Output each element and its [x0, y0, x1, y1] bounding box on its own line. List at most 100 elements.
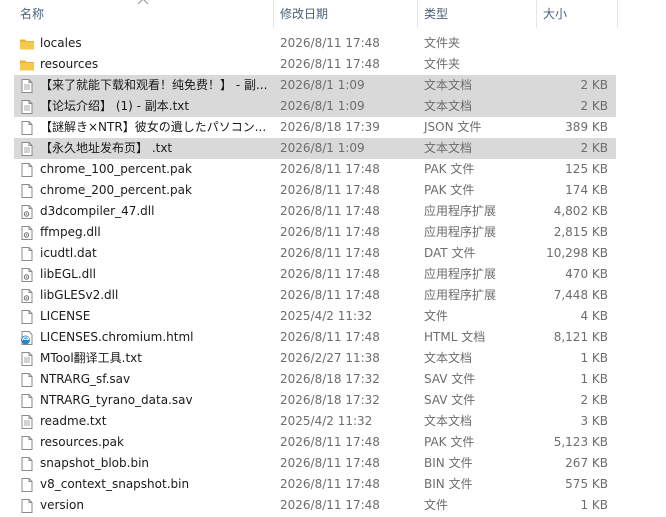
file-icon	[19, 246, 35, 262]
file-name: 【来了就能下载和观看！纯免费！】 - 副...	[40, 78, 268, 92]
dll-file-icon	[19, 267, 35, 283]
file-size: 575 KB	[565, 477, 608, 491]
file-row[interactable]: resources.pak 2026/8/11 17:48 PAK 文件 5,123 …	[14, 432, 616, 453]
file-type: 文本文档	[424, 78, 473, 92]
file-row[interactable]: MTool翻译工具.txt 2026/2/27 11:38 文本文档 1 KB	[14, 348, 616, 369]
file-row[interactable]: LICENSES.chromium.html 2026/8/11 17:48 HTM…	[14, 327, 616, 348]
file-modified-date: 2026/2/27 11:38	[280, 351, 380, 365]
column-header-bar: 名称 修改日期 类型 大小	[0, 0, 666, 28]
file-modified-date: 2026/8/11 17:48	[280, 267, 380, 281]
file-type: 应用程序扩展	[424, 204, 497, 218]
file-icon	[19, 435, 35, 451]
file-type: 应用程序扩展	[424, 288, 497, 302]
file-icon	[19, 120, 35, 136]
file-row[interactable]: NTRARG_sf.sav 2026/8/18 17:32 SAV 文件 1 KB	[14, 369, 616, 390]
file-size: 174 KB	[565, 183, 608, 197]
file-row[interactable]: ffmpeg.dll 2026/8/11 17:48 应用程序扩展 2,815 KB	[14, 222, 616, 243]
file-type: HTML 文档	[424, 330, 486, 344]
file-modified-date: 2025/4/2 11:32	[280, 414, 373, 428]
file-name: snapshot_blob.bin	[40, 456, 150, 470]
file-name: chrome_100_percent.pak	[40, 162, 192, 176]
column-header-size[interactable]: 大小	[543, 0, 567, 28]
file-icon	[19, 456, 35, 472]
file-row[interactable]: v8_context_snapshot.bin 2026/8/11 17:48 BI…	[14, 474, 616, 495]
file-icon	[19, 477, 35, 493]
file-row[interactable]: version 2026/8/11 17:48 文件 1 KB	[14, 495, 616, 516]
file-row[interactable]: NTRARG_tyrano_data.sav 2026/8/18 17:32 SAV…	[14, 390, 616, 411]
file-modified-date: 2026/8/11 17:48	[280, 477, 380, 491]
file-name: NTRARG_sf.sav	[40, 372, 131, 386]
file-row[interactable]: libGLESv2.dll 2026/8/11 17:48 应用程序扩展 7,448 …	[14, 285, 616, 306]
file-row[interactable]: icudtl.dat 2026/8/11 17:48 DAT 文件 10,298 KB	[14, 243, 616, 264]
file-modified-date: 2026/8/18 17:32	[280, 393, 380, 407]
file-type: 文件夹	[424, 36, 461, 50]
file-type: 文件夹	[424, 57, 461, 71]
file-size: 2 KB	[580, 393, 608, 407]
file-type: PAK 文件	[424, 435, 475, 449]
file-row[interactable]: chrome_100_percent.pak 2026/8/11 17:48 PAK…	[14, 159, 616, 180]
file-icon	[19, 162, 35, 178]
file-size: 5,123 KB	[553, 435, 608, 449]
file-name: 【謎解き×NTR】彼女の遺したパソコン...	[40, 120, 267, 134]
file-size: 267 KB	[565, 456, 608, 470]
column-header-modified[interactable]: 修改日期	[280, 0, 328, 28]
file-icon	[19, 183, 35, 199]
file-name: v8_context_snapshot.bin	[40, 477, 190, 491]
file-type: 文本文档	[424, 351, 473, 365]
file-row[interactable]: LICENSE 2025/4/2 11:32 文件 4 KB	[14, 306, 616, 327]
file-size: 2 KB	[580, 99, 608, 113]
file-type: PAK 文件	[424, 183, 475, 197]
file-row[interactable]: snapshot_blob.bin 2026/8/11 17:48 BIN 文件 26…	[14, 453, 616, 474]
file-icon	[19, 309, 35, 325]
file-name: 【永久地址发布页】 .txt	[40, 141, 173, 155]
file-row[interactable]: readme.txt 2025/4/2 11:32 文本文档 3 KB	[14, 411, 616, 432]
column-header-type[interactable]: 类型	[424, 0, 448, 28]
dll-file-icon	[19, 204, 35, 220]
file-size: 7,448 KB	[553, 288, 608, 302]
file-row[interactable]: 【永久地址发布页】 .txt 2026/8/1 1:09 文本文档 2 KB	[14, 138, 616, 159]
column-divider[interactable]	[536, 0, 537, 28]
file-name: chrome_200_percent.pak	[40, 183, 192, 197]
file-row[interactable]: 【来了就能下载和观看！纯免费！】 - 副... 2026/8/1 1:09 文本文档…	[14, 75, 616, 96]
column-divider[interactable]	[273, 0, 274, 28]
file-type: 文件	[424, 498, 449, 512]
dll-file-icon	[19, 225, 35, 241]
file-type: 文件	[424, 309, 449, 323]
file-type: 文本文档	[424, 99, 473, 113]
file-modified-date: 2026/8/11 17:48	[280, 162, 380, 176]
file-row[interactable]: locales 2026/8/11 17:48 文件夹	[14, 33, 616, 54]
file-name: locales	[40, 36, 82, 50]
file-size: 2 KB	[580, 141, 608, 155]
file-row[interactable]: 【论坛介绍】 (1) - 副本.txt 2026/8/1 1:09 文本文档 2 KB	[14, 96, 616, 117]
edge-html-icon	[19, 330, 35, 346]
file-modified-date: 2026/8/18 17:32	[280, 372, 380, 386]
file-type: JSON 文件	[424, 120, 482, 134]
file-type: 应用程序扩展	[424, 225, 497, 239]
file-name: libEGL.dll	[40, 267, 96, 281]
file-row[interactable]: libEGL.dll 2026/8/11 17:48 应用程序扩展 470 KB	[14, 264, 616, 285]
file-size: 1 KB	[580, 351, 608, 365]
file-name: libGLESv2.dll	[40, 288, 119, 302]
file-icon	[19, 372, 35, 388]
column-header-name[interactable]: 名称	[20, 0, 44, 28]
file-modified-date: 2026/8/11 17:48	[280, 435, 380, 449]
file-name: LICENSE	[40, 309, 91, 323]
file-row[interactable]: d3dcompiler_47.dll 2026/8/11 17:48 应用程序扩展 4…	[14, 201, 616, 222]
file-row[interactable]: resources 2026/8/11 17:48 文件夹	[14, 54, 616, 75]
file-name: resources	[40, 57, 99, 71]
file-size: 2,815 KB	[553, 225, 608, 239]
file-modified-date: 2026/8/11 17:48	[280, 36, 380, 50]
file-modified-date: 2026/8/11 17:48	[280, 456, 380, 470]
file-size: 125 KB	[565, 162, 608, 176]
text-file-icon	[19, 78, 35, 94]
file-modified-date: 2026/8/11 17:48	[280, 330, 380, 344]
file-size: 1 KB	[580, 498, 608, 512]
dll-file-icon	[19, 288, 35, 304]
file-modified-date: 2026/8/1 1:09	[280, 78, 365, 92]
file-type: SAV 文件	[424, 393, 476, 407]
file-row[interactable]: chrome_200_percent.pak 2026/8/11 17:48 PAK…	[14, 180, 616, 201]
file-row[interactable]: 【謎解き×NTR】彼女の遺したパソコン... 2026/8/18 17:39 JSO…	[14, 117, 616, 138]
file-name: icudtl.dat	[40, 246, 97, 260]
column-divider[interactable]	[417, 0, 418, 28]
column-divider[interactable]	[617, 0, 618, 28]
